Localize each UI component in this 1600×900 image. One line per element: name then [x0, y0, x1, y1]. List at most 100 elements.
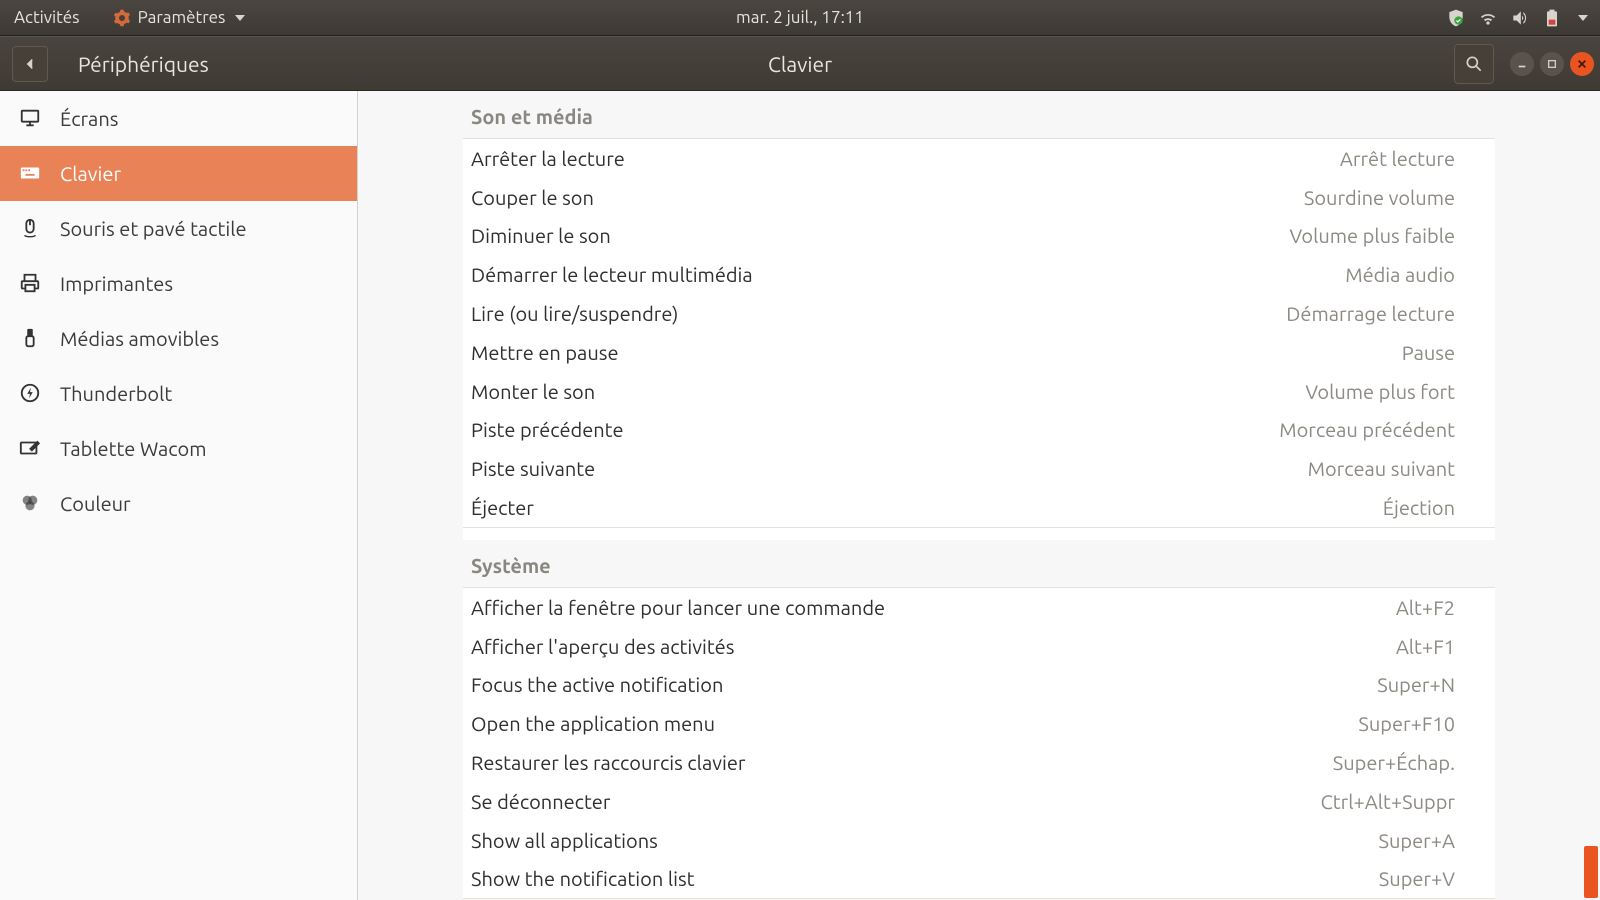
- shortcut-label: Afficher l'aperçu des activités: [471, 635, 1396, 658]
- close-icon: [1577, 59, 1587, 69]
- section-header-sound-media: Son et média: [463, 91, 1495, 138]
- shortcut-row[interactable]: ÉjecterÉjection: [463, 488, 1495, 527]
- shortcut-label: Mettre en pause: [471, 341, 1402, 364]
- system-menu-chevron[interactable]: [1578, 15, 1588, 21]
- shortcuts-panel: Son et médiaArrêter la lectureArrêt lect…: [463, 91, 1495, 900]
- shortcut-value: Ctrl+Alt+Suppr: [1321, 790, 1455, 813]
- shortcut-label: Afficher la fenêtre pour lancer une comm…: [471, 596, 1396, 619]
- shortcut-row[interactable]: Restaurer les raccourcis clavierSuper+Éc…: [463, 743, 1495, 782]
- tablet-icon: [18, 436, 42, 460]
- printer-icon: [18, 271, 42, 295]
- shortcut-value: Volume plus fort: [1305, 380, 1455, 403]
- shortcut-row[interactable]: Afficher la fenêtre pour lancer une comm…: [463, 588, 1495, 627]
- window-title: Clavier: [768, 52, 832, 76]
- shortcut-value: Super+A: [1379, 829, 1456, 852]
- search-icon: [1464, 54, 1484, 74]
- shortcut-label: Restaurer les raccourcis clavier: [471, 751, 1333, 774]
- sidebar-item-printers[interactable]: Imprimantes: [0, 256, 357, 311]
- battery-icon[interactable]: [1542, 8, 1562, 28]
- shortcut-row[interactable]: Couper le sonSourdine volume: [463, 178, 1495, 217]
- activities-label: Activités: [14, 8, 80, 27]
- app-menu-label: Paramètres: [138, 8, 226, 27]
- bolt-icon: [18, 381, 42, 405]
- clock[interactable]: mar. 2 juil., 17:11: [736, 8, 864, 27]
- sidebar-item-removable-media[interactable]: Médias amovibles: [0, 311, 357, 366]
- sidebar-item-displays[interactable]: Écrans: [0, 91, 357, 146]
- shortcut-row[interactable]: Open the application menuSuper+F10: [463, 704, 1495, 743]
- top-panel: Activités Paramètres mar. 2 juil., 17:11: [0, 0, 1600, 36]
- mouse-icon: [18, 216, 42, 240]
- shortcut-row[interactable]: Focus the active notificationSuper+N: [463, 666, 1495, 705]
- shortcut-label: Couper le son: [471, 186, 1304, 209]
- shortcut-label: Se déconnecter: [471, 790, 1321, 813]
- sidebar-item-label: Imprimantes: [60, 272, 173, 295]
- shortcut-value: Volume plus faible: [1289, 224, 1455, 247]
- settings-app-icon: [112, 8, 132, 28]
- shortcut-row[interactable]: Diminuer le sonVolume plus faible: [463, 217, 1495, 256]
- shortcut-value: Arrêt lecture: [1340, 147, 1455, 170]
- sidebar-item-label: Écrans: [60, 107, 118, 130]
- sidebar-item-label: Clavier: [60, 162, 121, 185]
- titlebar-right: [1454, 44, 1600, 84]
- maximize-button[interactable]: [1540, 52, 1564, 76]
- back-button[interactable]: [12, 46, 48, 82]
- sidebar-item-thunderbolt[interactable]: Thunderbolt: [0, 366, 357, 421]
- shortcut-row[interactable]: Afficher l'aperçu des activitésAlt+F1: [463, 627, 1495, 666]
- shortcut-row[interactable]: Se déconnecterCtrl+Alt+Suppr: [463, 782, 1495, 821]
- sidebar-item-label: Médias amovibles: [60, 327, 219, 350]
- shortcut-value: Alt+F2: [1396, 596, 1455, 619]
- clock-text: mar. 2 juil., 17:11: [736, 8, 864, 27]
- shortcut-value: Super+V: [1379, 867, 1455, 890]
- volume-icon[interactable]: [1510, 8, 1530, 28]
- shortcut-row[interactable]: Piste précédenteMorceau précédent: [463, 411, 1495, 450]
- sidebar-item-label: Thunderbolt: [60, 382, 172, 405]
- sidebar-item-color[interactable]: Couleur: [0, 476, 357, 531]
- window-titlebar: Périphériques Clavier: [0, 36, 1600, 91]
- search-button[interactable]: [1454, 44, 1494, 84]
- shortcut-label: Diminuer le son: [471, 224, 1289, 247]
- sidebar-item-mouse-touchpad[interactable]: Souris et pavé tactile: [0, 201, 357, 256]
- close-button[interactable]: [1570, 52, 1594, 76]
- sidebar-item-wacom[interactable]: Tablette Wacom: [0, 421, 357, 476]
- shortcut-value: Démarrage lecture: [1286, 302, 1455, 325]
- app-body: Écrans Clavier Souris et pavé tactile Impri…: [0, 91, 1600, 900]
- shortcut-value: Pause: [1402, 341, 1455, 364]
- section-rows-system: Afficher la fenêtre pour lancer une comm…: [463, 587, 1495, 899]
- shortcut-value: Super+Échap.: [1333, 751, 1455, 774]
- shortcut-row[interactable]: Lire (ou lire/suspendre)Démarrage lectur…: [463, 294, 1495, 333]
- shortcut-value: Sourdine volume: [1304, 186, 1455, 209]
- shortcut-row[interactable]: Show the notification listSuper+V: [463, 860, 1495, 899]
- sidebar-item-label: Souris et pavé tactile: [60, 217, 246, 240]
- shortcut-row[interactable]: Piste suivanteMorceau suivant: [463, 449, 1495, 488]
- shortcut-value: Morceau suivant: [1308, 457, 1455, 480]
- shortcut-value: Super+N: [1377, 673, 1455, 696]
- shortcut-row[interactable]: Arrêter la lectureArrêt lecture: [463, 139, 1495, 178]
- monitor-icon: [18, 106, 42, 130]
- sidebar-item-label: Couleur: [60, 492, 131, 515]
- top-panel-left: Activités Paramètres: [0, 0, 259, 36]
- section-rows-sound-media: Arrêter la lectureArrêt lectureCouper le…: [463, 138, 1495, 528]
- app-menu-button[interactable]: Paramètres: [98, 0, 260, 36]
- shortcut-value: Super+F10: [1358, 712, 1455, 735]
- shortcut-row[interactable]: Démarrer le lecteur multimédiaMédia audi…: [463, 255, 1495, 294]
- shortcut-label: Démarrer le lecteur multimédia: [471, 263, 1345, 286]
- shortcut-value: Morceau précédent: [1279, 418, 1455, 441]
- shield-icon[interactable]: [1446, 8, 1466, 28]
- chevron-down-icon: [235, 15, 245, 21]
- shortcut-label: Piste suivante: [471, 457, 1308, 480]
- back-target-title: Périphériques: [78, 52, 209, 76]
- shortcut-value: Éjection: [1383, 496, 1455, 519]
- shortcut-row[interactable]: Mettre en pausePause: [463, 333, 1495, 372]
- shortcut-row[interactable]: Show all applicationsSuper+A: [463, 821, 1495, 860]
- maximize-icon: [1547, 59, 1557, 69]
- shortcut-row[interactable]: Monter le sonVolume plus fort: [463, 372, 1495, 411]
- shortcut-label: Arrêter la lecture: [471, 147, 1340, 170]
- sidebar: Écrans Clavier Souris et pavé tactile Impri…: [0, 91, 358, 900]
- section-spacer: [463, 528, 1495, 540]
- wifi-icon[interactable]: [1478, 8, 1498, 28]
- scrollbar-thumb[interactable]: [1584, 846, 1598, 898]
- sidebar-item-keyboard[interactable]: Clavier: [0, 146, 357, 201]
- shortcut-label: Piste précédente: [471, 418, 1279, 441]
- activities-button[interactable]: Activités: [0, 0, 94, 36]
- minimize-button[interactable]: [1510, 52, 1534, 76]
